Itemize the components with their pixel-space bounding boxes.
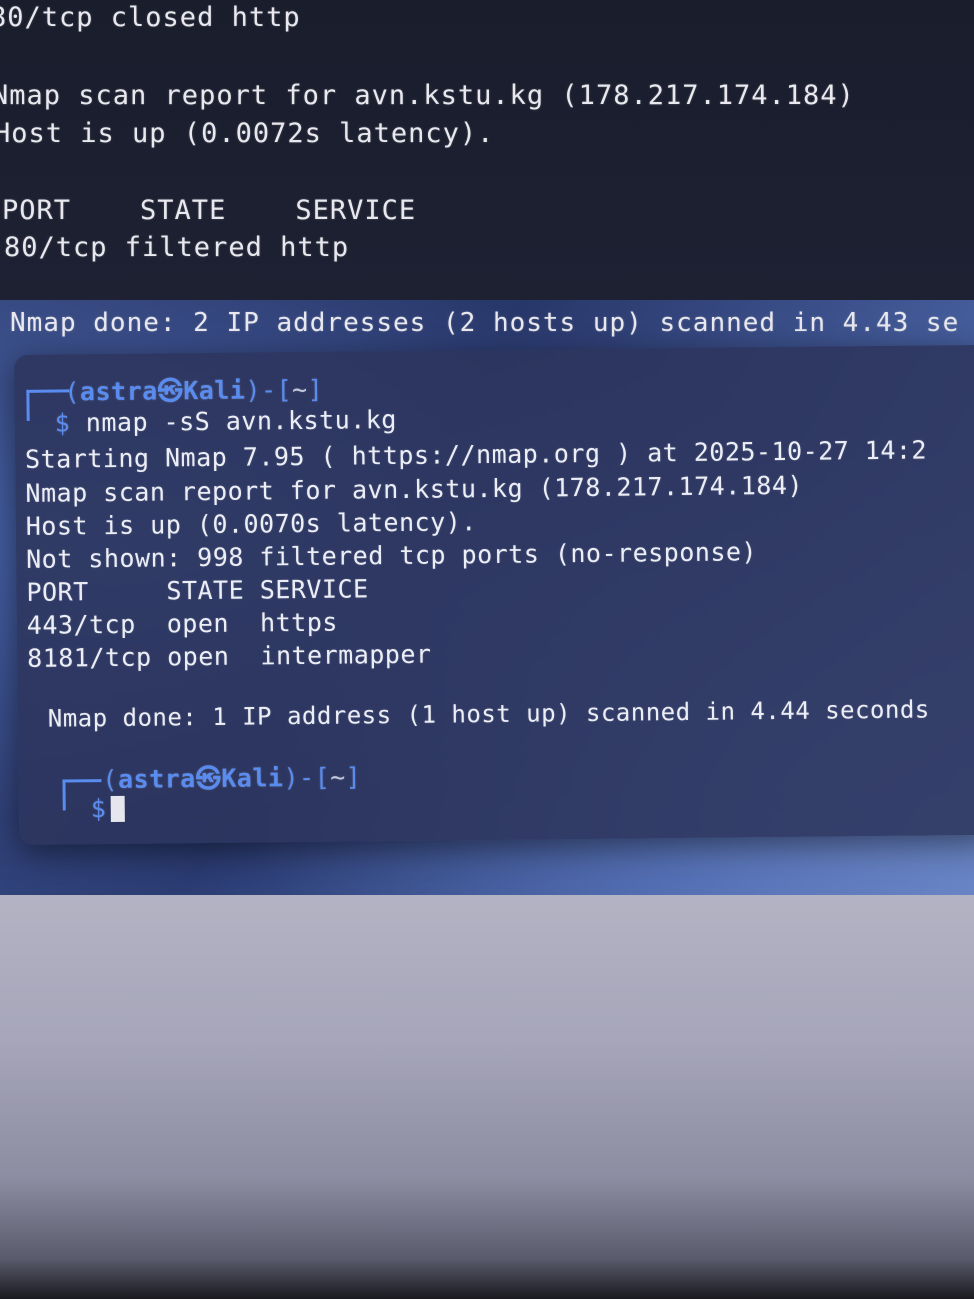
command-text: nmap -sS avn.kstu.kg [85,404,398,438]
prompt-host: Kali [221,763,284,793]
bg-line: 80/tcp filtered http [4,232,350,263]
input-line[interactable]: $ [91,794,125,823]
prompt-dir: ~ [330,762,346,792]
prompt-dollar: $ [54,408,71,438]
command-line: $ nmap -sS avn.kstu.kg [55,405,397,438]
output-line: Host is up (0.0070s latency). [25,507,477,541]
prompt-host: Kali [183,375,246,406]
bg-line: Host is up (0.0072s latency). [0,118,495,149]
prompt-user: astra [117,764,196,794]
prompt-header: (astra㉿Kali)-[~] [102,762,362,795]
bg-line: Nmap done: 2 IP addresses (2 hosts up) s… [10,308,960,338]
prompt-symbol: ㉿ [157,376,184,406]
output-line: PORT STATE SERVICE [26,574,369,607]
prompt-dollar: $ [90,794,107,824]
output-line: Starting Nmap 7.95 ( https://nmap.org ) … [24,435,928,474]
laptop-bezel [0,895,974,1299]
text-cursor [110,795,125,823]
prompt-symbol: ㉿ [195,763,222,794]
output-line: 443/tcp open https [26,607,338,640]
output-line: 8181/tcp open intermapper [27,639,432,673]
scan-done-line: Nmap done: 1 IP address (1 host up) scan… [47,695,930,733]
prompt-user: astra [79,376,158,407]
output-line: Nmap scan report for avn.kstu.kg (178.21… [25,470,804,508]
output-line: Not shown: 998 filtered tcp ports (no-re… [25,537,758,574]
bg-line: PORT STATE SERVICE [2,195,417,226]
prompt-dir: ~ [291,374,308,405]
screen: 80/tcp closed http Nmap scan report for … [0,0,974,1299]
terminal-window[interactable]: (astra㉿Kali)-[~] $ nmap -sS avn.kstu.kg … [14,344,974,845]
bg-line: Nmap scan report for avn.kstu.kg (178.21… [0,80,855,111]
bg-line: 80/tcp closed http [0,2,301,33]
prompt-header: (astra㉿Kali)-[~] [64,374,324,407]
